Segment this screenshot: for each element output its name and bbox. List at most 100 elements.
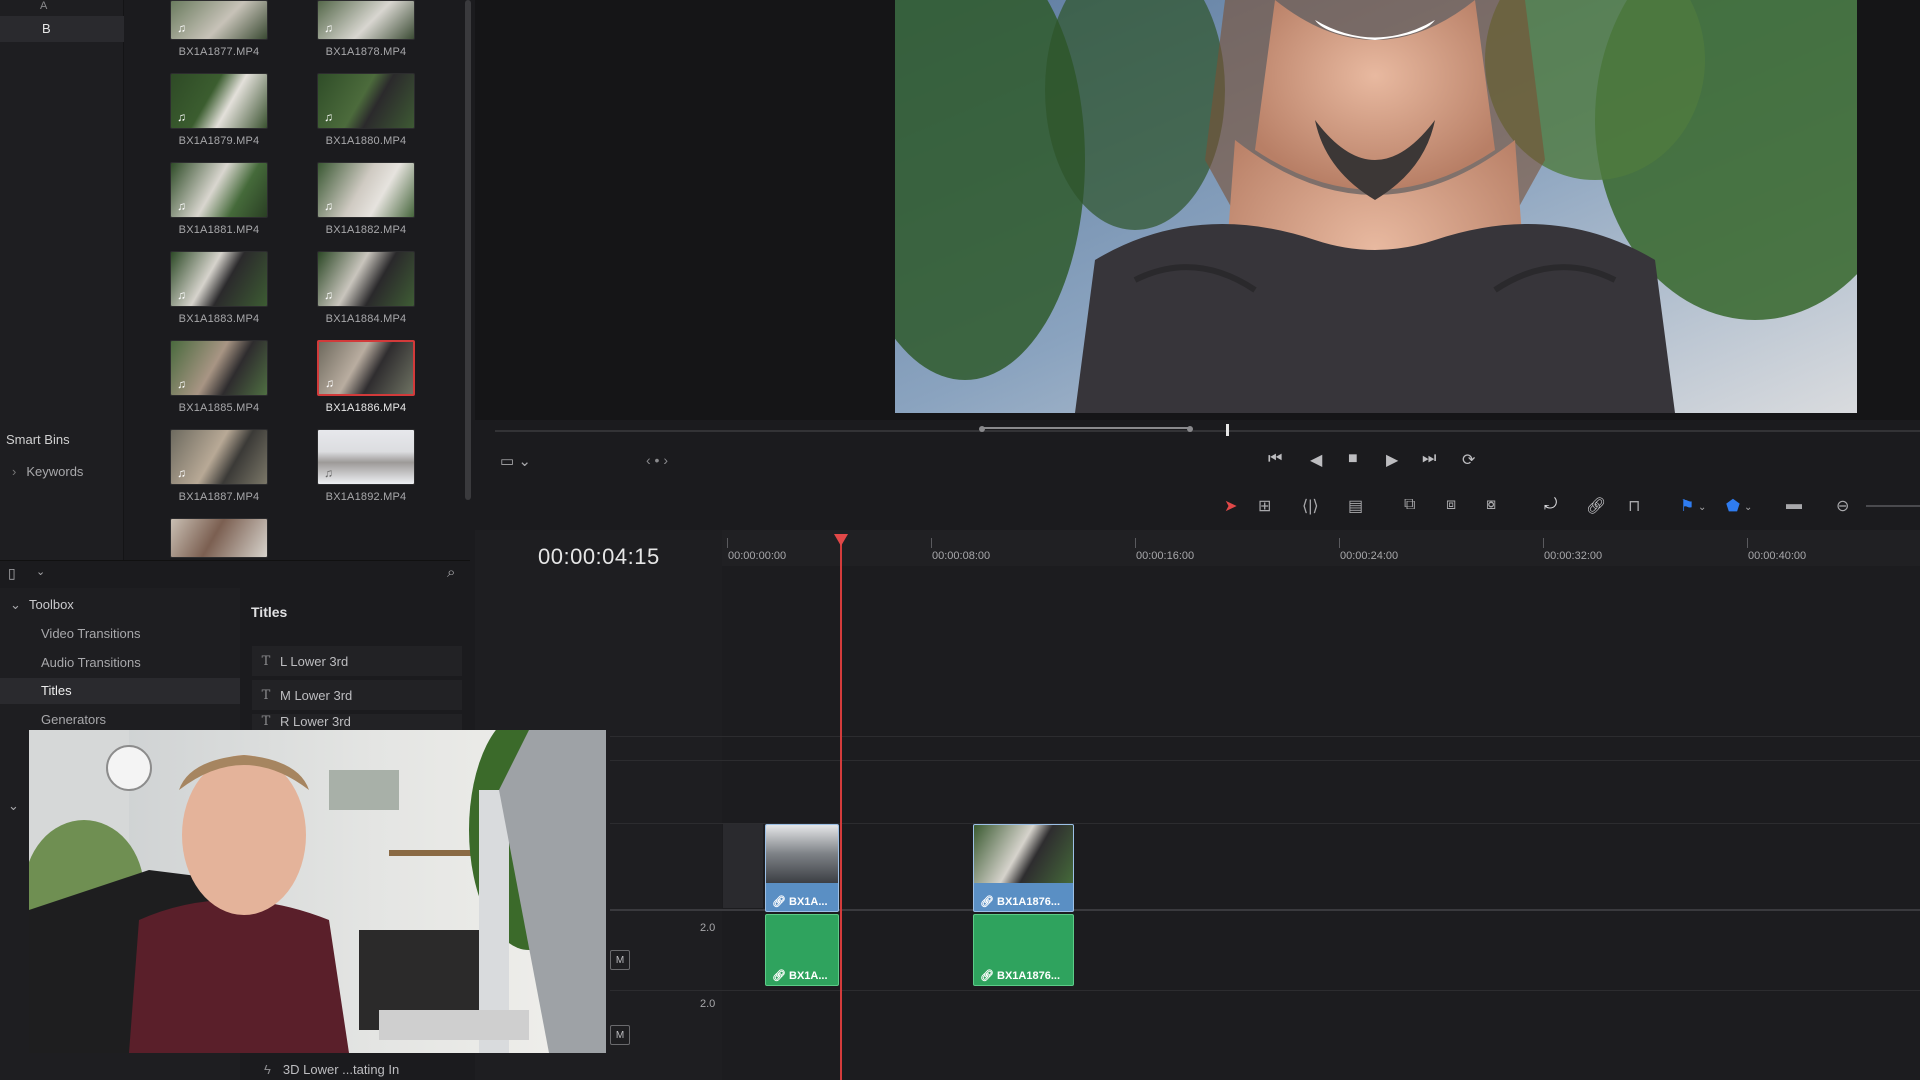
tree-item-titles[interactable]: Titles <box>0 678 240 704</box>
title-item-m-lower-3rd[interactable]: TM Lower 3rd <box>252 680 462 710</box>
trim-icon[interactable]: ⊞ <box>1258 496 1271 516</box>
video-clip[interactable]: 🔗︎ BX1A1876... <box>973 824 1074 912</box>
media-clip[interactable]: ♫ BX1A1881.MP4 <box>169 162 269 236</box>
mute-button[interactable]: M <box>610 1025 630 1045</box>
title-item-3d-lower[interactable]: ϟ 3D Lower ...tating In <box>264 1062 399 1077</box>
webcam-overlay <box>29 730 606 1053</box>
chevron-down-icon[interactable]: ⌄ <box>10 597 21 613</box>
tree-item-generators[interactable]: Generators <box>41 712 106 727</box>
media-pool-scrollbar[interactable] <box>465 0 471 500</box>
lock-icon[interactable]: ⊓ <box>1628 496 1640 516</box>
media-clip[interactable]: ♫ BX1A1880.MP4 <box>316 73 416 147</box>
clip-label: BX1A1879.MP4 <box>178 135 260 147</box>
media-clip[interactable]: ♫ BX1A1885.MP4 <box>169 340 269 414</box>
clip-label: BX1A1883.MP4 <box>178 313 260 325</box>
timeline-timecode: 00:00:04:15 <box>538 544 660 569</box>
tree-item-video-transitions[interactable]: Video Transitions <box>41 626 141 641</box>
selection-arrow-icon[interactable]: ➤ <box>1224 496 1237 516</box>
scrubber-range <box>982 427 1190 429</box>
music-note-icon: ♫ <box>177 288 186 302</box>
viewer-scrubber[interactable] <box>495 430 1920 432</box>
audio-clip[interactable]: 🔗︎ BX1A... <box>765 914 839 986</box>
search-icon[interactable]: ⌕ <box>447 564 455 581</box>
chevron-down-icon[interactable]: ⌄ <box>8 798 19 814</box>
link-icon: 🔗︎ <box>980 896 998 908</box>
titles-header: Titles <box>251 604 288 620</box>
video-clip[interactable]: 🔗︎ BX1A... <box>765 824 839 912</box>
media-clip[interactable] <box>169 518 269 558</box>
music-note-icon: ♫ <box>325 376 334 390</box>
viewer-layout-icon[interactable]: ▭ ⌄ <box>500 452 531 470</box>
ruler-tick-label: 00:00:40:00 <box>1748 550 1807 562</box>
music-note-icon: ♫ <box>324 466 333 480</box>
full-extent-zoom-icon[interactable]: ▬ <box>1786 496 1802 514</box>
zoom-slider[interactable] <box>1866 505 1920 507</box>
tree-item-audio-transitions[interactable]: Audio Transitions <box>41 655 141 670</box>
chevron-down-icon[interactable]: ⌄ <box>1744 502 1752 513</box>
audio-track-level: 2.0 <box>700 922 716 934</box>
media-clip[interactable]: ♫ BX1A1883.MP4 <box>169 251 269 325</box>
ruler-tick-label: 00:00:16:00 <box>1136 550 1195 562</box>
clip-thumbnail: ♫ <box>170 0 268 40</box>
music-note-icon: ♫ <box>177 110 186 124</box>
media-clip[interactable]: ♫ BX1A1878.MP4 <box>316 0 416 58</box>
media-clip[interactable]: ♫ BX1A1884.MP4 <box>316 251 416 325</box>
title-item-r-lower-3rd[interactable]: TR Lower 3rd <box>252 714 462 730</box>
replace-clip-icon[interactable]: ⧇ <box>1486 496 1496 514</box>
link-icon[interactable]: 🔗︎ <box>1586 496 1606 516</box>
lightning-icon: ϟ <box>264 1062 271 1077</box>
mute-button[interactable]: M <box>610 950 630 970</box>
clip-thumbnail <box>170 518 268 558</box>
overwrite-clip-icon[interactable]: ⧈ <box>1446 496 1456 514</box>
stop-icon[interactable]: ■ <box>1348 450 1358 468</box>
clip-thumbnail: ♫ <box>317 340 415 396</box>
title-item-l-lower-3rd[interactable]: TL Lower 3rd <box>252 646 462 676</box>
media-clip[interactable]: ♫ BX1A1879.MP4 <box>169 73 269 147</box>
loop-icon[interactable]: ⟳ <box>1462 450 1475 470</box>
clip-thumbnail <box>974 825 1073 883</box>
media-clip[interactable]: ♫ BX1A1887.MP4 <box>169 429 269 503</box>
clip-thumbnail <box>766 825 838 883</box>
clip-label: BX1A1880.MP4 <box>325 135 407 147</box>
chevron-down-icon[interactable]: ⌄ <box>36 565 45 578</box>
clip-thumbnail: ♫ <box>317 251 415 307</box>
keywords-bin[interactable]: › Keywords <box>12 464 83 479</box>
dynamic-trim-icon[interactable]: ⟨|⟩ <box>1302 496 1319 516</box>
audio-clip[interactable]: 🔗︎ BX1A1876... <box>973 914 1074 986</box>
media-clip[interactable]: ♫ BX1A1877.MP4 <box>169 0 269 58</box>
snap-icon[interactable]: ⤾ <box>1544 496 1557 514</box>
step-back-icon[interactable]: ◀ <box>1310 450 1322 470</box>
playhead-marker[interactable] <box>834 534 848 546</box>
title-t-icon: T <box>261 714 271 729</box>
clip-nav-icon[interactable]: ‹ • › <box>646 452 668 468</box>
clip-thumbnail: ♫ <box>170 162 268 218</box>
effects-toolbar: ▯ ⌄ ⌕ <box>0 560 470 587</box>
blade-icon[interactable]: ▤ <box>1348 496 1363 516</box>
audio-track-level: 2.0 <box>700 998 716 1010</box>
chevron-down-icon[interactable]: ⌄ <box>1698 502 1706 513</box>
scrubber-in-handle[interactable] <box>979 426 985 432</box>
clip-thumbnail: ♫ <box>317 73 415 129</box>
skip-forward-icon[interactable]: ⏭ <box>1422 450 1436 468</box>
music-note-icon: ♫ <box>177 199 186 213</box>
music-note-icon: ♫ <box>177 21 186 35</box>
clip-thumbnail: ♫ <box>317 429 415 485</box>
viewer-playhead[interactable] <box>1226 424 1229 436</box>
media-clip-selected[interactable]: ♫ BX1A1886.MP4 <box>316 340 416 414</box>
skip-back-icon[interactable]: ⏮ <box>1268 450 1282 468</box>
ruler-tick-label: 00:00:24:00 <box>1340 550 1399 562</box>
play-icon[interactable]: ▶ <box>1386 450 1398 470</box>
panel-toggle-icon[interactable]: ▯ <box>8 565 16 582</box>
media-clip[interactable]: ♫ BX1A1882.MP4 <box>316 162 416 236</box>
timeline-ruler[interactable] <box>722 530 1920 567</box>
zoom-out-icon[interactable]: ⊖ <box>1836 496 1849 516</box>
timeline-playhead[interactable] <box>840 538 842 1080</box>
media-clip[interactable]: ♫ BX1A1892.MP4 <box>316 429 416 503</box>
scrubber-out-handle[interactable] <box>1187 426 1193 432</box>
marker-icon[interactable]: ⬟ <box>1726 496 1740 516</box>
insert-clip-icon[interactable]: ⧉ <box>1404 496 1415 514</box>
flag-icon[interactable]: ⚑ <box>1680 496 1694 516</box>
clip-label: BX1A1886.MP4 <box>325 402 407 414</box>
music-note-icon: ♫ <box>324 21 333 35</box>
toolbox-label[interactable]: Toolbox <box>29 597 74 612</box>
